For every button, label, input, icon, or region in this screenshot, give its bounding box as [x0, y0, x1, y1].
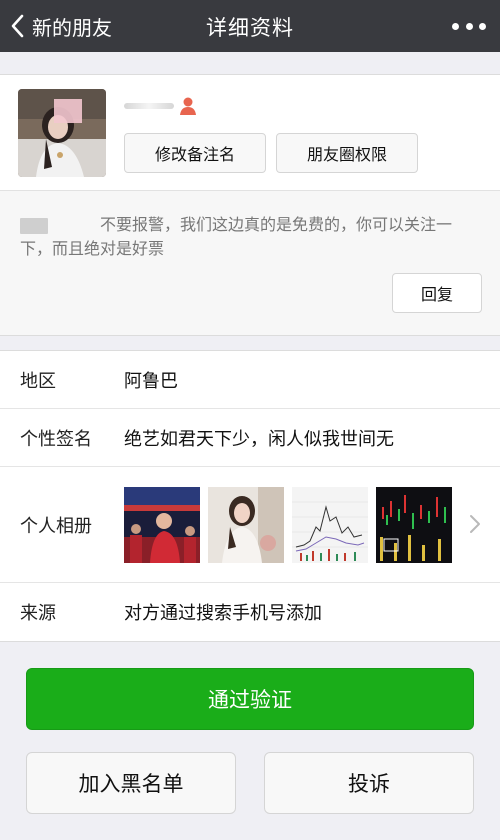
album-photo	[292, 487, 368, 563]
add-to-blacklist-button[interactable]: 加入黑名单	[26, 752, 236, 814]
album-row[interactable]: 个人相册	[0, 467, 500, 583]
signature-label: 个性签名	[20, 428, 92, 450]
album-photo	[124, 487, 200, 563]
profile-card: 修改备注名 朋友圈权限	[0, 74, 500, 190]
edit-remark-button[interactable]: 修改备注名	[124, 133, 266, 173]
page-title: 详细资料	[206, 16, 294, 40]
signature-row: 个性签名 绝艺如君天下少，闲人似我世间无	[0, 409, 500, 467]
friend-request-message: 不要报警，我们这边真的是免费的，你可以关注一下，而且绝对是好票 回复	[0, 190, 500, 336]
greeting-text: 不要报警，我们这边真的是免费的，你可以关注一下，而且绝对是好票	[20, 215, 453, 258]
source-label: 来源	[20, 603, 56, 624]
album-photo	[376, 487, 452, 563]
region-value: 阿鲁巴	[124, 370, 178, 392]
chevron-right-icon	[470, 515, 480, 533]
nickname	[124, 95, 198, 117]
signature-value: 绝艺如君天下少，闲人似我世间无	[124, 428, 394, 450]
profile-info-list: 地区 阿鲁巴 个性签名 绝艺如君天下少，闲人似我世间无 个人相册 来源 对方通过…	[0, 350, 500, 642]
album-photo	[208, 487, 284, 563]
region-label: 地区	[20, 370, 56, 392]
more-dots-icon[interactable]	[452, 14, 486, 38]
source-row: 来源 对方通过搜索手机号添加	[0, 583, 500, 641]
nav-bar: 新的朋友 详细资料	[0, 0, 500, 52]
album-label: 个人相册	[20, 515, 92, 537]
reply-button[interactable]: 回复	[392, 273, 482, 313]
source-value: 对方通过搜索手机号添加	[124, 603, 322, 624]
report-button[interactable]: 投诉	[264, 752, 474, 814]
female-contact-icon	[180, 97, 196, 115]
region-row: 地区 阿鲁巴	[0, 351, 500, 409]
verify-button[interactable]: 通过验证	[26, 668, 474, 730]
avatar[interactable]	[18, 89, 106, 177]
sender-name-redacted	[20, 217, 48, 234]
moments-permission-button[interactable]: 朋友圈权限	[276, 133, 418, 173]
